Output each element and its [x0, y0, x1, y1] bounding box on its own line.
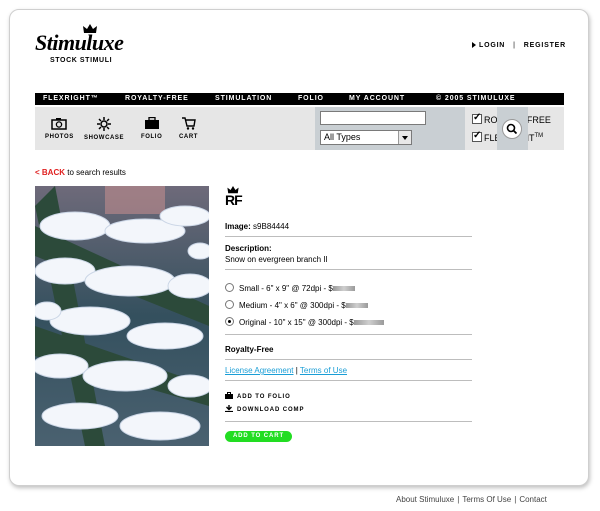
snow-branch-image — [35, 186, 209, 446]
contact-link[interactable]: Contact — [519, 495, 547, 504]
license-links: License Agreement | Terms of Use — [225, 366, 347, 375]
search-button[interactable] — [497, 107, 528, 150]
back-link[interactable]: < BACK — [35, 168, 65, 177]
footer-separator: | — [514, 495, 517, 504]
divider — [225, 269, 472, 270]
image-id: s9B84444 — [253, 222, 290, 231]
nav-royalty-free[interactable]: ROYALTY-FREE — [125, 95, 189, 102]
account-links: LOGIN | REGISTER — [472, 42, 566, 49]
size-label-original: Original - 10" x 15" @ 300dpi - $ — [239, 318, 354, 327]
briefcase-icon — [144, 117, 159, 129]
photos-label: PHOTOS — [45, 134, 74, 140]
footer-links: About Stimuluxe | Terms Of Use | Contact — [396, 495, 547, 504]
starburst-icon — [97, 117, 112, 131]
search-input[interactable] — [320, 111, 426, 125]
divider — [225, 236, 472, 237]
size-option-medium[interactable]: Medium - 4" x 6" @ 300dpi - $ — [225, 300, 368, 310]
download-comp-link[interactable]: DOWNLOAD COMP — [225, 405, 304, 413]
divider — [225, 380, 472, 381]
folio-button[interactable]: FOLIO — [141, 117, 162, 140]
download-comp-label: DOWNLOAD COMP — [237, 407, 305, 413]
product-photo — [35, 186, 209, 446]
arrow-right-icon — [472, 42, 476, 49]
cart-button[interactable]: CART — [179, 117, 198, 140]
search-circle — [502, 119, 522, 139]
price-hidden — [353, 320, 384, 326]
register-link[interactable]: REGISTER — [524, 42, 566, 49]
nav-my-account[interactable]: MY ACCOUNT — [349, 95, 405, 102]
camera-icon — [51, 118, 68, 130]
checkbox-checked-icon[interactable] — [472, 130, 482, 142]
image-id-row: Image: s9B84444 — [225, 222, 289, 231]
type-select-value: All Types — [324, 132, 361, 142]
add-to-folio-label: ADD TO FOLIO — [237, 394, 291, 400]
add-to-cart-button[interactable]: ADD TO CART — [225, 431, 292, 442]
rf-badge: RF — [225, 192, 243, 208]
showcase-button[interactable]: SHOWCASE — [84, 117, 124, 141]
cart-icon — [181, 117, 196, 130]
size-option-original[interactable]: Original - 10" x 15" @ 300dpi - $ — [225, 317, 384, 327]
login-link[interactable]: LOGIN — [479, 42, 505, 49]
checkbox-checked-icon[interactable] — [472, 112, 482, 124]
price-hidden — [345, 303, 368, 309]
showcase-label: SHOWCASE — [84, 135, 125, 141]
type-select[interactable]: All Types — [320, 130, 412, 145]
radio-medium[interactable] — [225, 300, 234, 309]
logo-tagline: STOCK STIMULI — [50, 57, 113, 64]
license-agreement-link[interactable]: License Agreement — [225, 366, 294, 375]
logo-name: Stimuluxe — [35, 30, 124, 55]
terms-link[interactable]: Terms Of Use — [462, 495, 511, 504]
chevron-down-icon[interactable] — [398, 131, 411, 144]
toolbar: PHOTOS SHOWCASE FOLIO CART All Types ✓ ✓… — [35, 107, 564, 150]
search-icon — [506, 123, 518, 135]
license-type: Royalty-Free — [225, 345, 274, 354]
divider — [225, 359, 472, 360]
about-link[interactable]: About Stimuluxe — [396, 495, 454, 504]
size-option-small[interactable]: Small - 6" x 9" @ 72dpi - $ — [225, 283, 355, 293]
description-label: Description: — [225, 244, 272, 253]
link-separator: | — [295, 366, 298, 375]
radio-original-selected[interactable] — [225, 317, 234, 326]
main-nav: FLEXRIGHT™ ROYALTY-FREE STIMULATION FOLI… — [35, 93, 564, 105]
description-text: Snow on evergreen branch II — [225, 255, 328, 264]
size-label-medium: Medium - 4" x 6" @ 300dpi - $ — [239, 301, 346, 310]
trademark-mark: TM — [534, 133, 544, 139]
nav-copyright: © 2005 STIMULUXE — [436, 95, 516, 102]
photos-button[interactable]: PHOTOS — [45, 117, 74, 140]
nav-folio[interactable]: FOLIO — [298, 95, 324, 102]
back-to-results: < BACK to search results — [35, 168, 126, 177]
footer-separator: | — [457, 495, 460, 504]
terms-of-use-link[interactable]: Terms of Use — [300, 366, 347, 375]
link-separator: | — [513, 42, 516, 49]
back-text: to search results — [65, 168, 126, 177]
add-to-folio-link[interactable]: ADD TO FOLIO — [225, 392, 291, 400]
briefcase-icon — [225, 392, 233, 399]
image-label: Image: — [225, 222, 251, 231]
cart-label: CART — [179, 134, 199, 140]
divider — [225, 334, 472, 335]
radio-small[interactable] — [225, 283, 234, 292]
nav-stimulation[interactable]: STIMULATION — [215, 95, 272, 102]
divider — [225, 421, 472, 422]
download-icon — [225, 405, 233, 413]
folio-label: FOLIO — [141, 134, 163, 140]
price-hidden — [332, 286, 355, 292]
search-panel: All Types — [315, 107, 465, 150]
nav-flexright[interactable]: FLEXRIGHT™ — [43, 95, 99, 102]
size-label-small: Small - 6" x 9" @ 72dpi - $ — [239, 284, 333, 293]
